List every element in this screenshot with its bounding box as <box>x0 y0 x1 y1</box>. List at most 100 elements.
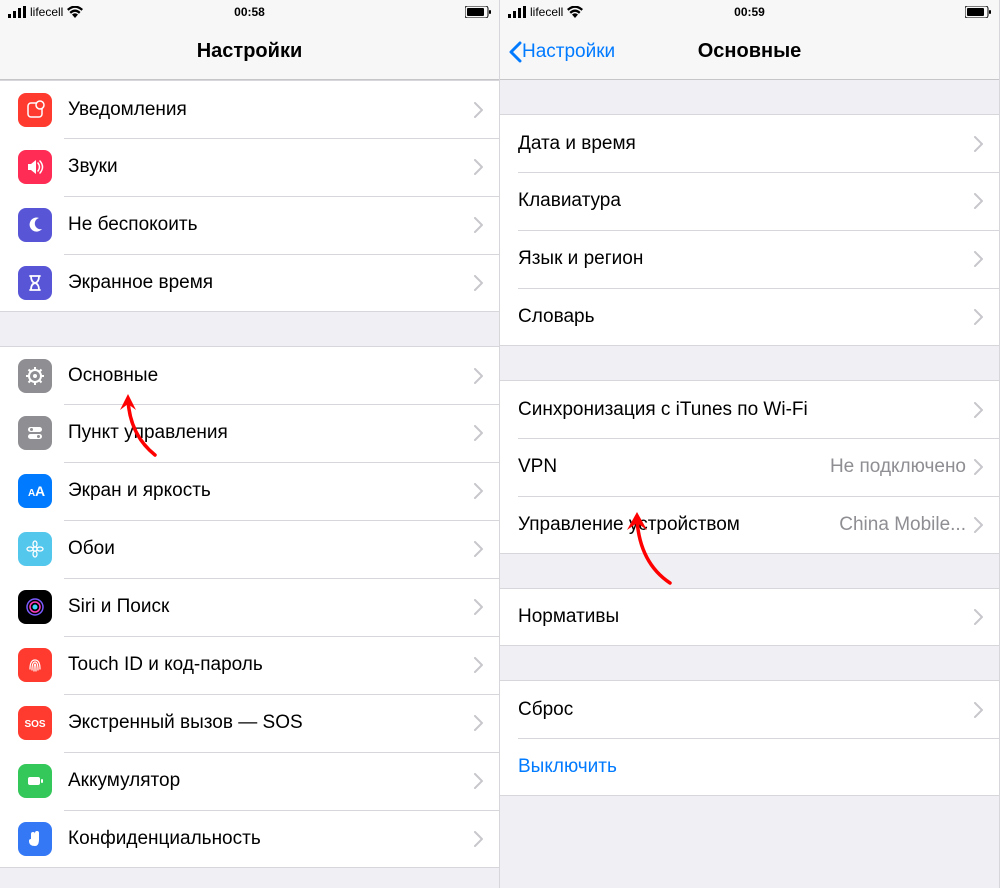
chevron-right-icon <box>974 136 983 152</box>
row-wallpaper[interactable]: Обои <box>0 520 499 578</box>
chevron-right-icon <box>974 459 983 475</box>
row-sos[interactable]: SOS Экстренный вызов — SOS <box>0 694 499 752</box>
chevron-right-icon <box>474 831 483 847</box>
chevron-right-icon <box>474 541 483 557</box>
row-dictionary[interactable]: Словарь <box>500 288 999 346</box>
siri-icon <box>18 590 52 624</box>
hand-icon <box>18 822 52 856</box>
row-dnd[interactable]: Не беспокоить <box>0 196 499 254</box>
general-list[interactable]: Дата и время Клавиатура Язык и регион Сл… <box>500 80 999 888</box>
status-bar: lifecell 00:59 <box>500 0 999 24</box>
chevron-right-icon <box>474 217 483 233</box>
battery-icon <box>965 6 991 18</box>
row-label: Siri и Поиск <box>68 596 474 618</box>
group-separator <box>500 346 999 380</box>
chevron-left-icon <box>508 41 522 63</box>
row-shutdown[interactable]: Выключить <box>500 738 999 796</box>
back-label: Настройки <box>522 41 615 63</box>
row-siri[interactable]: Siri и Поиск <box>0 578 499 636</box>
row-regulatory[interactable]: Нормативы <box>500 588 999 646</box>
row-device-management[interactable]: Управление устройством China Mobile... <box>500 496 999 554</box>
row-label: VPN <box>518 456 830 478</box>
chevron-right-icon <box>474 102 483 118</box>
row-label: Сброс <box>518 699 974 721</box>
row-notifications[interactable]: Уведомления <box>0 80 499 138</box>
hourglass-icon <box>18 266 52 300</box>
sounds-icon <box>18 150 52 184</box>
settings-list[interactable]: Уведомления Звуки Не беспокоить Экранное… <box>0 80 499 888</box>
row-label: Экстренный вызов — SOS <box>68 712 474 734</box>
row-label: Аккумулятор <box>68 770 474 792</box>
wifi-icon <box>67 6 83 18</box>
back-button[interactable]: Настройки <box>508 41 615 63</box>
general-screen: lifecell 00:59 Настройки Основные Дата и… <box>500 0 1000 888</box>
page-title: Настройки <box>197 40 303 63</box>
group-separator <box>500 796 999 830</box>
row-label: Экран и яркость <box>68 480 474 502</box>
chevron-right-icon <box>974 402 983 418</box>
row-label: Управление устройством <box>518 514 839 536</box>
row-label: Touch ID и код-пароль <box>68 654 474 676</box>
row-label: Язык и регион <box>518 248 974 270</box>
row-battery[interactable]: Аккумулятор <box>0 752 499 810</box>
row-touchid[interactable]: Touch ID и код-пароль <box>0 636 499 694</box>
row-sounds[interactable]: Звуки <box>0 138 499 196</box>
svg-text:SOS: SOS <box>24 719 45 730</box>
row-general[interactable]: Основные <box>0 346 499 404</box>
row-itunes-wifi[interactable]: Синхронизация с iTunes по Wi-Fi <box>500 380 999 438</box>
chevron-right-icon <box>974 251 983 267</box>
nav-bar: Настройки <box>0 24 499 80</box>
group-separator <box>0 312 499 346</box>
wifi-icon <box>567 6 583 18</box>
row-keyboard[interactable]: Клавиатура <box>500 172 999 230</box>
status-bar: lifecell 00:58 <box>0 0 499 24</box>
group-separator <box>500 80 999 114</box>
row-datetime[interactable]: Дата и время <box>500 114 999 172</box>
row-display[interactable]: AA Экран и яркость <box>0 462 499 520</box>
carrier-label: lifecell <box>530 5 563 19</box>
row-label: Синхронизация с iTunes по Wi-Fi <box>518 399 974 421</box>
chevron-right-icon <box>474 715 483 731</box>
flower-icon <box>18 532 52 566</box>
moon-icon <box>18 208 52 242</box>
row-control-center[interactable]: Пункт управления <box>0 404 499 462</box>
fingerprint-icon <box>18 648 52 682</box>
chevron-right-icon <box>474 275 483 291</box>
row-label: Выключить <box>518 756 983 778</box>
chevron-right-icon <box>974 517 983 533</box>
row-label: Не беспокоить <box>68 214 474 236</box>
row-privacy[interactable]: Конфиденциальность <box>0 810 499 868</box>
svg-text:A: A <box>35 483 45 499</box>
cell-signal-icon <box>508 6 526 18</box>
clock-label: 00:59 <box>734 5 765 19</box>
row-reset[interactable]: Сброс <box>500 680 999 738</box>
carrier-label: lifecell <box>30 5 63 19</box>
row-screentime[interactable]: Экранное время <box>0 254 499 312</box>
row-label: Уведомления <box>68 99 474 121</box>
row-label: Конфиденциальность <box>68 828 474 850</box>
chevron-right-icon <box>474 483 483 499</box>
settings-screen: lifecell 00:58 Настройки Уведомления Зву… <box>0 0 500 888</box>
chevron-right-icon <box>974 193 983 209</box>
chevron-right-icon <box>474 368 483 384</box>
chevron-right-icon <box>974 309 983 325</box>
group-separator <box>500 646 999 680</box>
row-label: Нормативы <box>518 606 974 628</box>
chevron-right-icon <box>474 657 483 673</box>
row-vpn[interactable]: VPN Не подключено <box>500 438 999 496</box>
notifications-icon <box>18 93 52 127</box>
battery-icon <box>465 6 491 18</box>
sos-icon: SOS <box>18 706 52 740</box>
row-language[interactable]: Язык и регион <box>500 230 999 288</box>
row-value: Не подключено <box>830 456 966 478</box>
battery-row-icon <box>18 764 52 798</box>
row-label: Обои <box>68 538 474 560</box>
clock-label: 00:58 <box>234 5 265 19</box>
group-separator <box>500 554 999 588</box>
row-value: China Mobile... <box>839 514 966 536</box>
chevron-right-icon <box>474 425 483 441</box>
cell-signal-icon <box>8 6 26 18</box>
chevron-right-icon <box>474 599 483 615</box>
toggles-icon <box>18 416 52 450</box>
gear-icon <box>18 359 52 393</box>
